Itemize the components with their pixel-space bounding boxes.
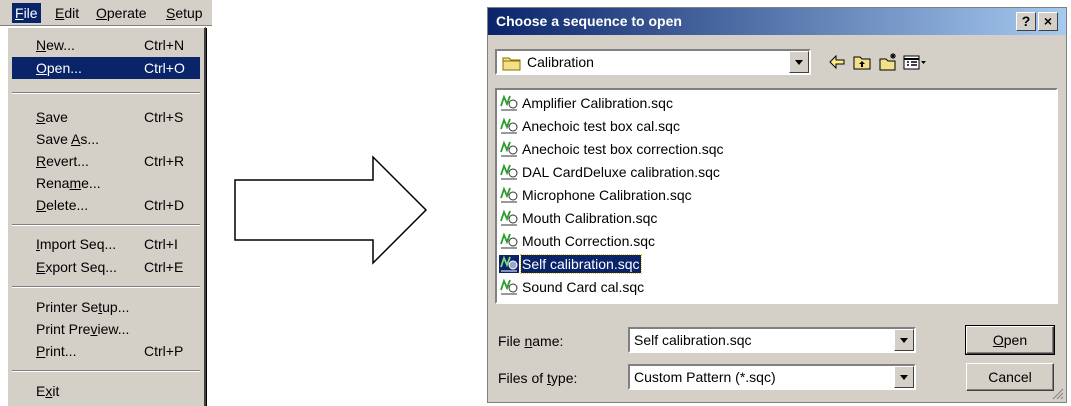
shortcut: Ctrl+O xyxy=(144,60,185,76)
look-in-value: Calibration xyxy=(527,54,594,70)
shortcut: Ctrl+D xyxy=(144,197,185,213)
menu-item-new[interactable]: New... Ctrl+N xyxy=(12,34,200,56)
help-button[interactable]: ? xyxy=(1016,12,1036,31)
shortcut: Ctrl+I xyxy=(144,236,178,252)
sequence-file-icon xyxy=(499,255,519,273)
sequence-file-icon xyxy=(500,209,518,226)
menu-item-print[interactable]: Print... Ctrl+P xyxy=(12,340,200,362)
file-name-combobox[interactable]: Self calibration.sqc xyxy=(628,327,916,353)
shortcut: Ctrl+S xyxy=(144,109,184,125)
menu-item-open[interactable]: Open... Ctrl+O xyxy=(12,57,200,79)
cancel-button[interactable]: Cancel xyxy=(966,363,1054,391)
file-dropdown-menu: New... Ctrl+N Open... Ctrl+O Save Ctrl+S Sa… xyxy=(6,27,207,406)
file-type-value: Custom Pattern (*.sqc) xyxy=(634,369,776,385)
menu-edit[interactable]: Edit xyxy=(52,3,82,23)
close-button[interactable]: × xyxy=(1038,12,1058,31)
menu-item-delete[interactable]: Delete... Ctrl+D xyxy=(12,194,200,216)
sequence-file-icon xyxy=(500,117,518,134)
menu-item-rename[interactable]: Rename... xyxy=(12,172,200,194)
menu-item-printer-setup[interactable]: Printer Setup... xyxy=(12,296,200,318)
resize-grip-icon[interactable] xyxy=(1052,388,1064,400)
menu-item-revert[interactable]: Revert... Ctrl+R xyxy=(12,150,200,172)
menu-separator xyxy=(12,370,200,372)
open-sequence-dialog: Choose a sequence to open ? × Calibratio… xyxy=(487,7,1067,403)
file-item[interactable]: DAL CardDeluxe calibration.sqc xyxy=(499,161,759,183)
new-folder-icon[interactable] xyxy=(878,52,898,72)
shortcut: Ctrl+R xyxy=(144,153,185,169)
menu-item-exit[interactable]: Exit xyxy=(12,380,200,402)
look-in-combobox[interactable]: Calibration xyxy=(495,49,811,75)
menu-separator xyxy=(12,224,200,226)
file-item[interactable]: Sound Card cal.sqc xyxy=(499,276,759,298)
sequence-file-icon xyxy=(500,140,518,157)
chevron-down-icon[interactable] xyxy=(894,329,914,351)
sequence-file-icon xyxy=(500,94,518,111)
file-item[interactable]: Mouth Calibration.sqc xyxy=(499,207,759,229)
file-menu-panel: File Edit Operate Setup New... Ctrl+N Ope… xyxy=(0,0,212,406)
shortcut: Ctrl+E xyxy=(144,259,184,275)
menu-separator xyxy=(12,286,200,288)
view-menu-icon[interactable] xyxy=(902,52,928,72)
dialog-title: Choose a sequence to open xyxy=(496,13,682,29)
file-item[interactable]: Anechoic test box correction.sqc xyxy=(499,138,759,160)
menu-item-import-seq[interactable]: Import Seq... Ctrl+I xyxy=(12,233,200,255)
file-item[interactable]: Anechoic test box cal.sqc xyxy=(499,115,759,137)
sequence-file-icon xyxy=(500,163,518,180)
dialog-titlebar: Choose a sequence to open ? × xyxy=(488,8,1066,35)
back-arrow-icon[interactable] xyxy=(827,52,847,72)
menu-setup[interactable]: Setup xyxy=(163,3,206,23)
chevron-down-icon[interactable] xyxy=(894,366,914,388)
open-button[interactable]: Open xyxy=(965,325,1055,355)
sequence-file-icon xyxy=(500,278,518,295)
menu-item-save-as[interactable]: Save As... xyxy=(12,128,200,150)
sequence-file-icon xyxy=(500,186,518,203)
shortcut: Ctrl+P xyxy=(144,343,184,359)
sequence-file-icon xyxy=(500,232,518,249)
right-arrow-icon xyxy=(234,155,428,265)
file-name-label: File name: xyxy=(498,333,564,349)
file-item[interactable]: Amplifier Calibration.sqc xyxy=(499,92,759,114)
menu-bar: File Edit Operate Setup xyxy=(0,0,212,26)
folder-icon xyxy=(502,57,521,71)
menu-item-export-seq[interactable]: Export Seq... Ctrl+E xyxy=(12,256,200,278)
shortcut: Ctrl+N xyxy=(144,37,185,53)
menu-item-save[interactable]: Save Ctrl+S xyxy=(12,106,200,128)
file-item[interactable]: Mouth Correction.sqc xyxy=(499,230,759,252)
file-type-label: Files of type: xyxy=(498,370,578,386)
file-list[interactable]: Amplifier Calibration.sqc Anechoic test … xyxy=(495,88,1058,304)
file-name-input[interactable]: Self calibration.sqc xyxy=(634,332,752,348)
menu-item-print-preview[interactable]: Print Preview... xyxy=(12,318,200,340)
chevron-down-icon[interactable] xyxy=(789,51,809,73)
menu-file[interactable]: File xyxy=(12,3,41,23)
file-type-combobox[interactable]: Custom Pattern (*.sqc) xyxy=(628,364,916,390)
menu-separator xyxy=(12,92,200,94)
file-item[interactable]: Microphone Calibration.sqc xyxy=(499,184,759,206)
menu-operate[interactable]: Operate xyxy=(93,3,150,23)
up-folder-icon[interactable] xyxy=(852,52,872,72)
file-item-selected[interactable]: Self calibration.sqc xyxy=(499,253,759,275)
